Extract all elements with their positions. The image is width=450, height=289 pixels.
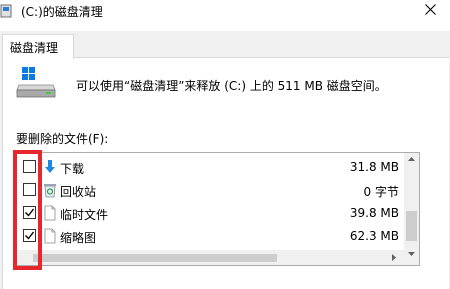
tab-disk-cleanup[interactable]: 磁盘清理 xyxy=(2,34,74,59)
file-icon xyxy=(44,205,56,221)
title-bar: (C:)的磁盘清理 xyxy=(0,0,450,31)
summary-text: 可以使用“磁盘清理”来释放 (C:) 上的 511 MB 磁盘空间。 xyxy=(76,79,387,93)
file-size: 62.3 MB xyxy=(349,229,399,243)
tab-label: 磁盘清理 xyxy=(10,41,59,55)
horizontal-scroll-thumb[interactable] xyxy=(33,254,277,262)
horizontal-scrollbar[interactable] xyxy=(17,250,404,265)
recycle-bin-icon xyxy=(44,184,56,198)
file-size: 31.8 MB xyxy=(349,160,399,174)
drive-icon xyxy=(16,67,56,98)
vertical-scroll-thumb[interactable] xyxy=(406,211,417,241)
download-icon xyxy=(45,160,55,173)
file-size: 39.8 MB xyxy=(349,206,399,220)
highlight-box xyxy=(13,150,42,270)
file-name: 缩略图 xyxy=(60,231,97,245)
vertical-scrollbar[interactable] xyxy=(404,153,419,265)
file-list[interactable]: 下载 31.8 MB 回收站 0 字节 临时文件 39.8 MB 缩略图 62.… xyxy=(16,152,420,266)
file-name: 临时文件 xyxy=(60,208,109,222)
close-icon xyxy=(425,4,436,15)
scroll-down-icon[interactable] xyxy=(408,252,415,256)
list-item-thumbnails[interactable]: 缩略图 62.3 MB xyxy=(17,225,405,247)
file-size: 0 字节 xyxy=(363,185,399,199)
list-item-temp-files[interactable]: 临时文件 39.8 MB xyxy=(17,202,405,224)
scroll-up-icon[interactable] xyxy=(408,157,415,161)
scroll-right-icon[interactable] xyxy=(392,254,396,261)
file-name: 回收站 xyxy=(60,185,97,199)
close-button[interactable] xyxy=(408,0,450,26)
file-name: 下载 xyxy=(60,162,85,176)
files-to-delete-label: 要删除的文件(F): xyxy=(16,132,109,146)
file-icon xyxy=(44,228,56,244)
list-item-recycle-bin[interactable]: 回收站 0 字节 xyxy=(17,179,405,201)
list-item-downloads[interactable]: 下载 31.8 MB xyxy=(17,156,405,178)
window-title: (C:)的磁盘清理 xyxy=(21,5,103,19)
disk-cleanup-app-icon xyxy=(0,4,12,18)
